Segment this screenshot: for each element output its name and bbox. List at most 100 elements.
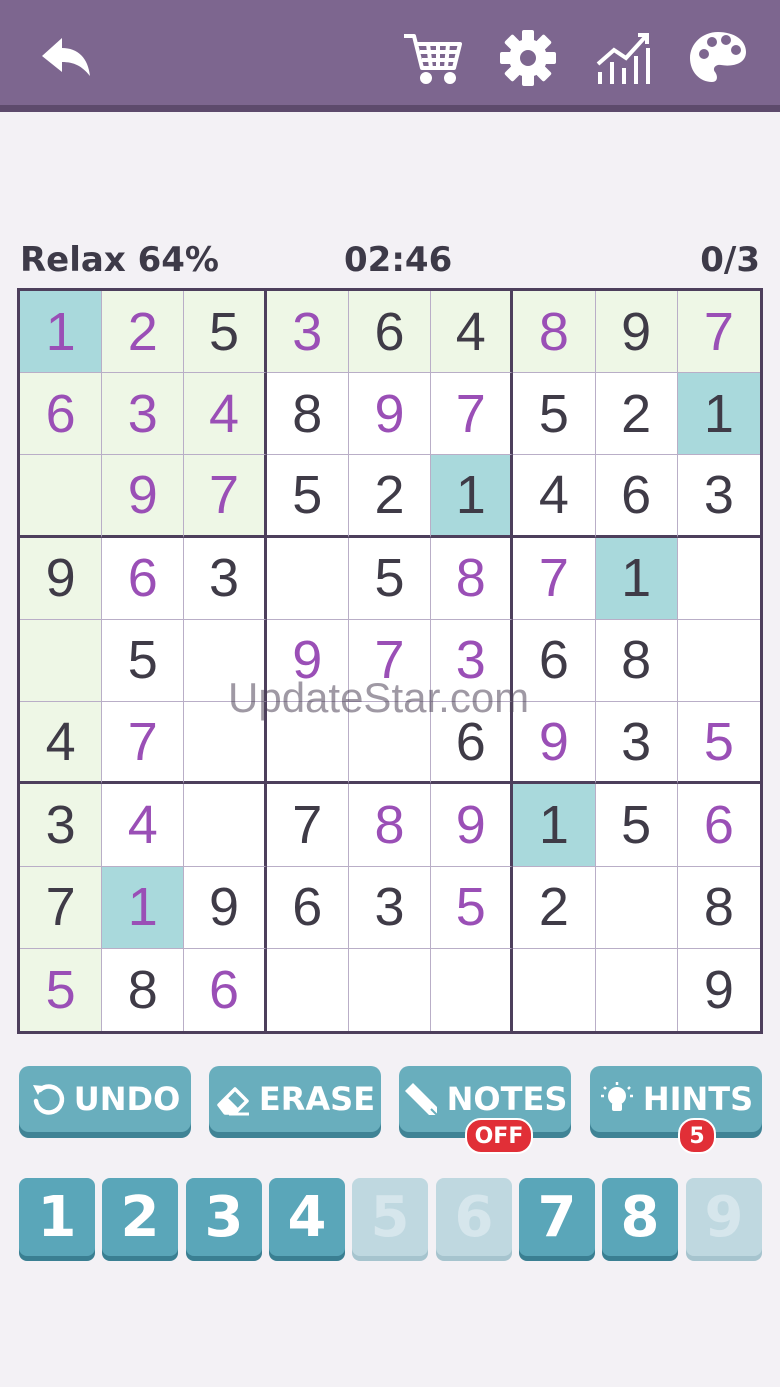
sudoku-cell[interactable] — [677, 537, 760, 620]
sudoku-cell[interactable]: 9 — [20, 537, 103, 620]
sudoku-cell[interactable]: 5 — [266, 455, 349, 538]
sudoku-cell[interactable]: 9 — [348, 373, 432, 456]
sudoku-cell[interactable]: 3 — [184, 537, 267, 620]
sudoku-cell[interactable]: 1 — [102, 866, 185, 949]
gear-icon[interactable] — [498, 28, 558, 88]
sudoku-cell[interactable] — [184, 619, 267, 703]
sudoku-cell[interactable]: 8 — [348, 784, 432, 867]
sudoku-cell[interactable]: 4 — [513, 455, 596, 538]
sudoku-cell[interactable]: 7 — [102, 702, 185, 785]
number-key-6[interactable]: 6 — [436, 1178, 512, 1256]
sudoku-cell[interactable]: 7 — [431, 373, 514, 456]
sudoku-cell[interactable]: 2 — [102, 291, 185, 374]
sudoku-cell[interactable]: 9 — [513, 702, 596, 785]
number-key-2[interactable]: 2 — [102, 1178, 178, 1256]
sudoku-cell[interactable]: 8 — [513, 291, 596, 374]
sudoku-cell[interactable]: 8 — [595, 619, 678, 703]
sudoku-cell[interactable]: 1 — [20, 291, 103, 374]
sudoku-cell[interactable]: 2 — [348, 455, 432, 538]
undo-button[interactable]: UNDO — [19, 1066, 191, 1132]
number-key-3[interactable]: 3 — [186, 1178, 262, 1256]
sudoku-cell[interactable]: 4 — [184, 373, 267, 456]
sudoku-cell[interactable] — [20, 455, 103, 538]
sudoku-cell[interactable]: 9 — [184, 866, 267, 949]
sudoku-cell[interactable] — [266, 537, 349, 620]
sudoku-cell[interactable] — [348, 702, 432, 785]
sudoku-cell[interactable]: 2 — [595, 373, 678, 456]
sudoku-cell[interactable]: 3 — [677, 455, 760, 538]
sudoku-cell[interactable]: 6 — [431, 702, 514, 785]
stats-chart-icon[interactable] — [594, 28, 654, 88]
sudoku-cell[interactable]: 6 — [184, 948, 267, 1031]
sudoku-cell[interactable] — [184, 702, 267, 785]
sudoku-cell[interactable] — [266, 702, 349, 785]
sudoku-cell[interactable]: 1 — [513, 784, 596, 867]
shopping-cart-icon[interactable] — [402, 28, 462, 88]
sudoku-cell[interactable]: 9 — [102, 455, 185, 538]
sudoku-cell[interactable]: 9 — [595, 291, 678, 374]
sudoku-cell[interactable]: 7 — [20, 866, 103, 949]
notes-button[interactable]: NOTES OFF — [399, 1066, 571, 1154]
number-key-8[interactable]: 8 — [602, 1178, 678, 1256]
sudoku-cell[interactable]: 6 — [677, 784, 760, 867]
sudoku-cell[interactable]: 3 — [595, 702, 678, 785]
number-key-5[interactable]: 5 — [352, 1178, 428, 1256]
sudoku-cell[interactable]: 3 — [102, 373, 185, 456]
sudoku-cell[interactable]: 6 — [348, 291, 432, 374]
sudoku-cell[interactable]: 7 — [513, 537, 596, 620]
sudoku-cell[interactable]: 3 — [266, 291, 349, 374]
sudoku-cell[interactable]: 5 — [184, 291, 267, 374]
sudoku-cell[interactable]: 6 — [266, 866, 349, 949]
sudoku-cell[interactable]: 8 — [102, 948, 185, 1031]
eraser-icon — [217, 1087, 249, 1116]
sudoku-cell[interactable]: 6 — [20, 373, 103, 456]
sudoku-cell[interactable]: 9 — [431, 784, 514, 867]
back-arrow-icon[interactable] — [36, 28, 96, 88]
sudoku-cell[interactable] — [595, 948, 678, 1031]
sudoku-cell[interactable]: 5 — [348, 537, 432, 620]
sudoku-cell[interactable]: 8 — [431, 537, 514, 620]
hints-button[interactable]: HINTS 5 — [590, 1066, 762, 1154]
sudoku-cell[interactable]: 8 — [677, 866, 760, 949]
sudoku-cell[interactable] — [677, 619, 760, 703]
sudoku-cell[interactable]: 6 — [513, 619, 596, 703]
sudoku-cell[interactable]: 5 — [677, 702, 760, 785]
sudoku-cell[interactable]: 5 — [431, 866, 514, 949]
sudoku-cell[interactable] — [184, 784, 267, 867]
sudoku-cell[interactable]: 4 — [20, 702, 103, 785]
palette-icon[interactable] — [688, 28, 748, 88]
sudoku-cell[interactable] — [595, 866, 678, 949]
sudoku-cell[interactable] — [431, 948, 514, 1031]
sudoku-cell[interactable]: 7 — [184, 455, 267, 538]
sudoku-cell[interactable]: 4 — [102, 784, 185, 867]
sudoku-cell[interactable]: 5 — [20, 948, 103, 1031]
sudoku-cell[interactable]: 6 — [102, 537, 185, 620]
sudoku-cell[interactable]: 4 — [431, 291, 514, 374]
sudoku-cell[interactable]: 5 — [595, 784, 678, 867]
sudoku-cell[interactable]: 7 — [348, 619, 432, 703]
sudoku-cell[interactable]: 9 — [677, 948, 760, 1031]
sudoku-cell[interactable] — [20, 619, 103, 703]
number-key-9[interactable]: 9 — [686, 1178, 762, 1256]
number-key-1[interactable]: 1 — [19, 1178, 95, 1256]
sudoku-cell[interactable] — [348, 948, 432, 1031]
number-key-7[interactable]: 7 — [519, 1178, 595, 1256]
sudoku-cell[interactable]: 2 — [513, 866, 596, 949]
sudoku-cell[interactable]: 3 — [348, 866, 432, 949]
sudoku-cell[interactable]: 1 — [595, 537, 678, 620]
sudoku-cell[interactable]: 3 — [431, 619, 514, 703]
sudoku-cell[interactable]: 3 — [20, 784, 103, 867]
sudoku-cell[interactable]: 9 — [266, 619, 349, 703]
sudoku-cell[interactable]: 7 — [266, 784, 349, 867]
sudoku-cell[interactable]: 8 — [266, 373, 349, 456]
number-key-4[interactable]: 4 — [269, 1178, 345, 1256]
sudoku-cell[interactable]: 5 — [513, 373, 596, 456]
sudoku-cell[interactable]: 1 — [677, 373, 760, 456]
sudoku-cell[interactable]: 5 — [102, 619, 185, 703]
sudoku-cell[interactable]: 1 — [431, 455, 514, 538]
sudoku-cell[interactable]: 6 — [595, 455, 678, 538]
sudoku-cell[interactable]: 7 — [677, 291, 760, 374]
sudoku-cell[interactable] — [513, 948, 596, 1031]
erase-button[interactable]: ERASE — [209, 1066, 381, 1132]
sudoku-cell[interactable] — [266, 948, 349, 1031]
